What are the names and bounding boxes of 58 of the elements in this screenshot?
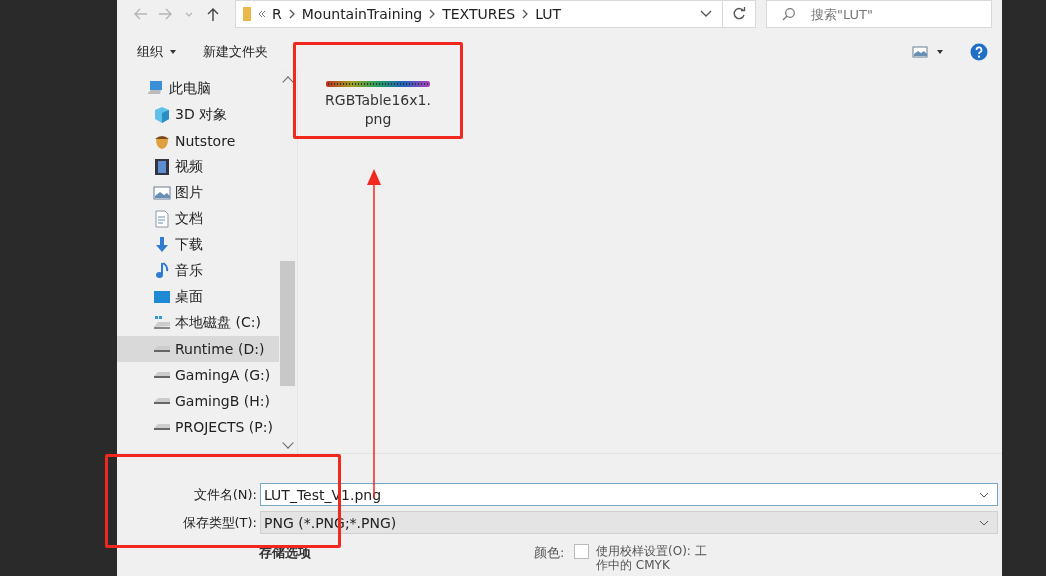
sidebar-item[interactable]: 图片 — [117, 180, 279, 206]
sidebar-item[interactable]: GamingA (G:) — [117, 362, 279, 388]
folder-icon — [242, 6, 252, 22]
sidebar-item[interactable]: 本地磁盘 (C:) — [117, 310, 279, 336]
desktop-icon — [153, 288, 171, 306]
download-icon — [153, 236, 171, 254]
chevron-icon — [521, 9, 530, 19]
dropdown-icon — [979, 491, 989, 498]
help-icon[interactable] — [970, 43, 988, 61]
sidebar-item[interactable]: GamingB (H:) — [117, 388, 279, 414]
chevron-icon — [287, 9, 296, 19]
dropdown-icon — [979, 519, 989, 526]
drive-icon — [154, 346, 170, 352]
refresh-icon[interactable] — [732, 7, 746, 21]
view-icon[interactable] — [912, 46, 928, 58]
sidebar-item[interactable]: Nutstore — [117, 128, 279, 154]
field-label: 文件名(N): — [192, 485, 257, 504]
caret-icon[interactable] — [936, 49, 944, 55]
path-segment[interactable]: LUT — [535, 6, 562, 22]
new-folder-button[interactable]: 新建文件夹 — [203, 43, 268, 61]
sidebar-item[interactable]: 音乐 — [117, 258, 279, 284]
scroll-thumb[interactable] — [280, 261, 295, 386]
sidebar-item[interactable]: 此电脑 — [117, 76, 279, 102]
picture-icon — [153, 184, 171, 202]
chevron-icon — [428, 9, 437, 19]
music-note-icon — [153, 262, 171, 280]
sidebar-item[interactable]: 3D 对象 — [117, 102, 279, 128]
sidebar-item[interactable]: Runtime (D:) — [117, 336, 279, 362]
sidebar-item[interactable]: 视频 — [117, 154, 279, 180]
sidebar-item[interactable]: 文档 — [117, 206, 279, 232]
drive-icon — [154, 398, 170, 404]
document-icon — [153, 210, 171, 228]
drive-icon — [153, 314, 171, 332]
drive-icon — [154, 372, 170, 378]
path-segment[interactable]: TEXTURES — [442, 6, 516, 22]
dropdown-icon[interactable] — [700, 10, 712, 18]
film-icon — [153, 158, 171, 176]
sidebar-item[interactable]: 下载 — [117, 232, 279, 258]
checkbox-label: 作中的 CMYK — [596, 558, 671, 572]
address-bar[interactable]: R MountainTraining TEXTURES LUT — [235, 0, 723, 28]
field-label: 保存类型(T): — [181, 513, 257, 532]
caret-icon — [169, 49, 177, 55]
organize-menu[interactable]: 组织 — [137, 43, 177, 61]
drive-icon — [154, 424, 170, 430]
sidebar-item[interactable]: 桌面 — [117, 284, 279, 310]
chevrons-icon — [258, 10, 266, 18]
gradient-strip-thumbnail[interactable] — [326, 80, 430, 88]
cube-icon — [153, 106, 171, 124]
search-icon — [782, 7, 796, 21]
path-segment[interactable]: MountainTraining — [301, 6, 423, 22]
up-icon[interactable] — [205, 6, 221, 22]
checkbox[interactable] — [574, 544, 589, 559]
file-name[interactable]: RGBTable16x1. png — [325, 91, 431, 129]
option-label: 颜色: — [534, 544, 566, 562]
checkbox-label: 使用校样设置(O): 工 — [596, 544, 708, 558]
search-field[interactable]: 搜索"LUT" — [766, 0, 992, 28]
sidebar-item[interactable]: PROJECTS (P:) — [117, 414, 279, 440]
path-segment[interactable]: R — [272, 6, 282, 22]
